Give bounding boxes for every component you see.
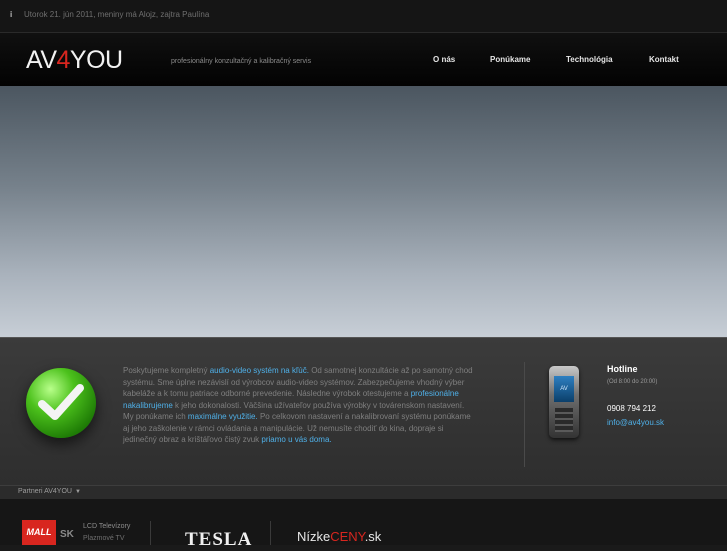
site-header: AV4YOU profesionálny konzultačný a kalib… <box>0 32 727 87</box>
partners-logos: MALL SK LCD Televízory Plazmové TV TESLA… <box>0 499 727 550</box>
section-divider <box>524 362 525 467</box>
mobile-phone-icon: AV <box>549 366 579 438</box>
phone-screen: AV <box>554 376 574 402</box>
phone-keypad <box>555 408 573 432</box>
intro-section: Poskytujeme kompletný audio-video systém… <box>0 337 727 486</box>
intro-text: Poskytujeme kompletný audio-video systém… <box>123 366 473 444</box>
partners-dropdown[interactable]: Partneri AV4YOU ▼ <box>18 488 81 495</box>
logo-text-you: YOU <box>69 46 123 74</box>
highlight-vyuzitie: maximálne využitie. <box>187 412 258 421</box>
nav-kontakt[interactable]: Kontakt <box>649 55 679 64</box>
hotline-hours: (Od 8:00 do 20:00) <box>607 379 658 385</box>
partners-bar: Partneri AV4YOU ▼ <box>0 485 727 500</box>
hotline-email-link[interactable]: info@av4you.sk <box>607 418 664 427</box>
checkmark-icon <box>26 368 96 438</box>
av4you-logo[interactable]: AV4YOU <box>26 47 123 73</box>
logo-text-av: AV <box>26 46 57 74</box>
hotline-phone: 0908 794 212 <box>607 404 656 413</box>
hotline-title: Hotline <box>607 364 638 374</box>
mall-logo[interactable]: MALL <box>22 520 56 545</box>
mall-plazma-link[interactable]: Plazmové TV <box>83 535 125 542</box>
partner-separator <box>270 521 271 545</box>
tagline: profesionálny konzultačný a kalibračný s… <box>171 58 312 65</box>
nav-ponukame[interactable]: Ponúkame <box>490 55 530 64</box>
highlight-audio-video: audio-video systém na kľúč. <box>209 366 309 375</box>
nav-o-nas[interactable]: O nás <box>433 55 455 64</box>
tesla-logo[interactable]: TESLA <box>185 529 252 551</box>
mall-lcd-link[interactable]: LCD Televízory <box>83 523 130 530</box>
date-nameday-text: Utorok 21. jún 2011, meniny má Alojz, za… <box>24 10 210 19</box>
partner-separator <box>150 521 151 545</box>
nizke-ceny-logo[interactable]: NízkeCENY.sk <box>297 529 381 544</box>
mall-sk-text: SK <box>60 529 74 540</box>
top-info-bar: i Utorok 21. jún 2011, meniny má Alojz, … <box>0 0 727 32</box>
hero-banner <box>0 86 727 337</box>
highlight-doma: priamo u vás doma. <box>261 435 332 444</box>
nav-technologia[interactable]: Technológia <box>566 55 613 64</box>
caret-down-icon: ▼ <box>74 489 81 495</box>
info-icon: i <box>10 10 13 19</box>
logo-text-4: 4 <box>56 46 71 74</box>
